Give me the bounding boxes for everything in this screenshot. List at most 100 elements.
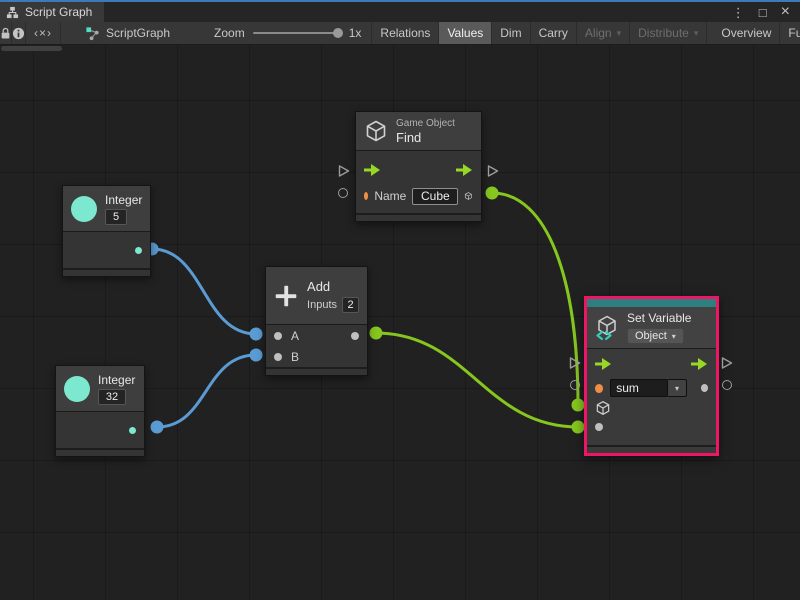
integer5-output-port[interactable] — [135, 247, 142, 254]
exec-input-arrow-icon[interactable] — [595, 358, 612, 370]
add-output-port[interactable] — [351, 332, 359, 340]
zoom-label: Zoom — [214, 26, 245, 40]
find-name-input-port[interactable] — [364, 192, 368, 200]
setvariable-scope-dropdown[interactable]: Object ▾ — [627, 328, 684, 344]
wire-add-to-setvariable — [376, 333, 578, 427]
values-button[interactable]: Values — [439, 22, 492, 44]
lock-icon — [0, 27, 11, 40]
dim-button[interactable]: Dim — [492, 22, 530, 44]
variable-dropdown-arrow-icon: ▾ — [675, 384, 679, 393]
setvariable-kind-strip — [587, 299, 716, 307]
zoom-slider[interactable] — [253, 32, 341, 34]
maximize-icon[interactable]: □ — [759, 6, 767, 19]
find-exec-in-external-port[interactable] — [338, 165, 350, 177]
integer-type-icon — [64, 376, 90, 402]
setvariable-title: Set Variable — [627, 311, 691, 325]
zoom-slider-thumb[interactable] — [333, 28, 343, 38]
integer5-footer — [63, 268, 150, 276]
graph-canvas[interactable]: Integer Integer — [0, 45, 800, 600]
window-menu-icon[interactable]: ⋮ — [732, 6, 745, 19]
find-exec-out-external-port[interactable] — [487, 165, 499, 177]
find-body: Name — [356, 151, 481, 213]
integer32-output-port[interactable] — [129, 427, 136, 434]
exec-output-arrow-icon[interactable] — [456, 164, 473, 176]
setvariable-name-row: ▾ — [587, 377, 716, 399]
find-name-external-port[interactable] — [338, 188, 348, 198]
graph-breadcrumb[interactable]: ScriptGraph — [75, 22, 180, 44]
setvariable-value-row — [587, 417, 716, 437]
integer-type-icon — [71, 196, 97, 222]
setvariable-output-port[interactable] — [701, 384, 708, 392]
info-icon — [12, 27, 25, 40]
setvariable-output-external-port[interactable] — [722, 380, 732, 390]
setvariable-name-external-port[interactable] — [570, 380, 580, 390]
plus-icon — [274, 282, 298, 310]
distribute-button: Distribute ▾ — [630, 22, 707, 44]
overview-button[interactable]: Overview — [713, 22, 780, 44]
setvariable-name-input-port[interactable] — [595, 384, 603, 393]
set-variable-icon — [594, 315, 620, 341]
find-header[interactable]: Game Object Find — [356, 112, 481, 151]
align-button: Align ▾ — [577, 22, 630, 44]
integer32-header[interactable]: Integer — [56, 366, 144, 412]
add-body: A B — [266, 325, 367, 367]
find-title: Find — [396, 130, 421, 145]
game-object-cube-icon — [364, 119, 388, 143]
find-name-field[interactable] — [412, 188, 458, 205]
setvariable-name-field[interactable] — [610, 379, 668, 397]
find-category: Game Object — [396, 118, 455, 129]
object-input-port-cube-icon[interactable] — [595, 400, 611, 416]
add-input-a-port[interactable] — [274, 332, 282, 340]
horizontal-scrollbar-thumb[interactable] — [1, 46, 62, 51]
script-graph-icon — [85, 26, 100, 41]
variable-name-dropdown-button[interactable]: ▾ — [668, 379, 686, 397]
integer32-footer — [56, 448, 144, 456]
find-result-port-cube-icon[interactable] — [464, 188, 473, 204]
add-input-b-port[interactable] — [274, 353, 282, 361]
add-input-b-label: B — [291, 350, 299, 364]
node-set-variable[interactable]: Set Variable Object ▾ — [584, 296, 719, 456]
code-view-button[interactable]: ‹×› — [26, 22, 61, 44]
add-header[interactable]: Add Inputs — [266, 267, 367, 325]
add-inputs-count-field[interactable] — [342, 297, 359, 313]
relations-label: Relations — [380, 26, 430, 40]
distribute-dropdown-icon: ▾ — [694, 28, 699, 39]
setvariable-exec-in-external-port[interactable] — [569, 357, 581, 369]
add-port-row-b: B — [266, 346, 367, 367]
script-graph-window: Script Graph ⋮ □ × ‹×› — [0, 0, 800, 600]
align-dropdown-icon: ▾ — [617, 28, 622, 39]
find-name-row: Name — [356, 183, 481, 209]
wire-find-to-setvariable — [492, 193, 578, 405]
align-label: Align — [585, 26, 612, 40]
graph-hierarchy-icon — [6, 6, 19, 19]
setvariable-body-padding — [587, 437, 716, 445]
add-port-row-a: A — [266, 325, 367, 346]
relations-button[interactable]: Relations — [371, 22, 439, 44]
tab-title: Script Graph — [25, 5, 92, 19]
window-controls: ⋮ □ × — [732, 2, 800, 22]
setvariable-exec-row — [587, 351, 716, 377]
integer5-header[interactable]: Integer — [63, 186, 150, 232]
node-add[interactable]: Add Inputs A B — [265, 266, 368, 376]
fullscreen-button[interactable]: Full Screen — [780, 22, 800, 44]
carry-button[interactable]: Carry — [531, 22, 577, 44]
exec-output-arrow-icon[interactable] — [691, 358, 708, 370]
window-focus-highlight — [0, 0, 800, 2]
node-integer-32[interactable]: Integer — [55, 365, 145, 457]
info-button[interactable] — [12, 22, 26, 44]
zoom-control: Zoom 1x — [204, 22, 371, 44]
node-integer-5[interactable]: Integer — [62, 185, 151, 277]
tab-script-graph[interactable]: Script Graph — [0, 2, 104, 22]
integer32-value-field[interactable] — [98, 389, 126, 405]
lock-button[interactable] — [0, 22, 12, 44]
node-gameobject-find[interactable]: Game Object Find Name — [355, 111, 482, 222]
setvariable-footer — [587, 445, 716, 453]
close-icon[interactable]: × — [781, 4, 790, 20]
integer5-title: Integer — [105, 193, 142, 207]
exec-input-arrow-icon[interactable] — [364, 164, 381, 176]
setvariable-value-input-port[interactable] — [595, 423, 603, 431]
setvariable-exec-out-external-port[interactable] — [721, 357, 733, 369]
setvariable-header[interactable]: Set Variable Object ▾ — [587, 307, 716, 349]
integer5-value-field[interactable] — [105, 209, 127, 225]
zoom-value: 1x — [349, 26, 362, 40]
